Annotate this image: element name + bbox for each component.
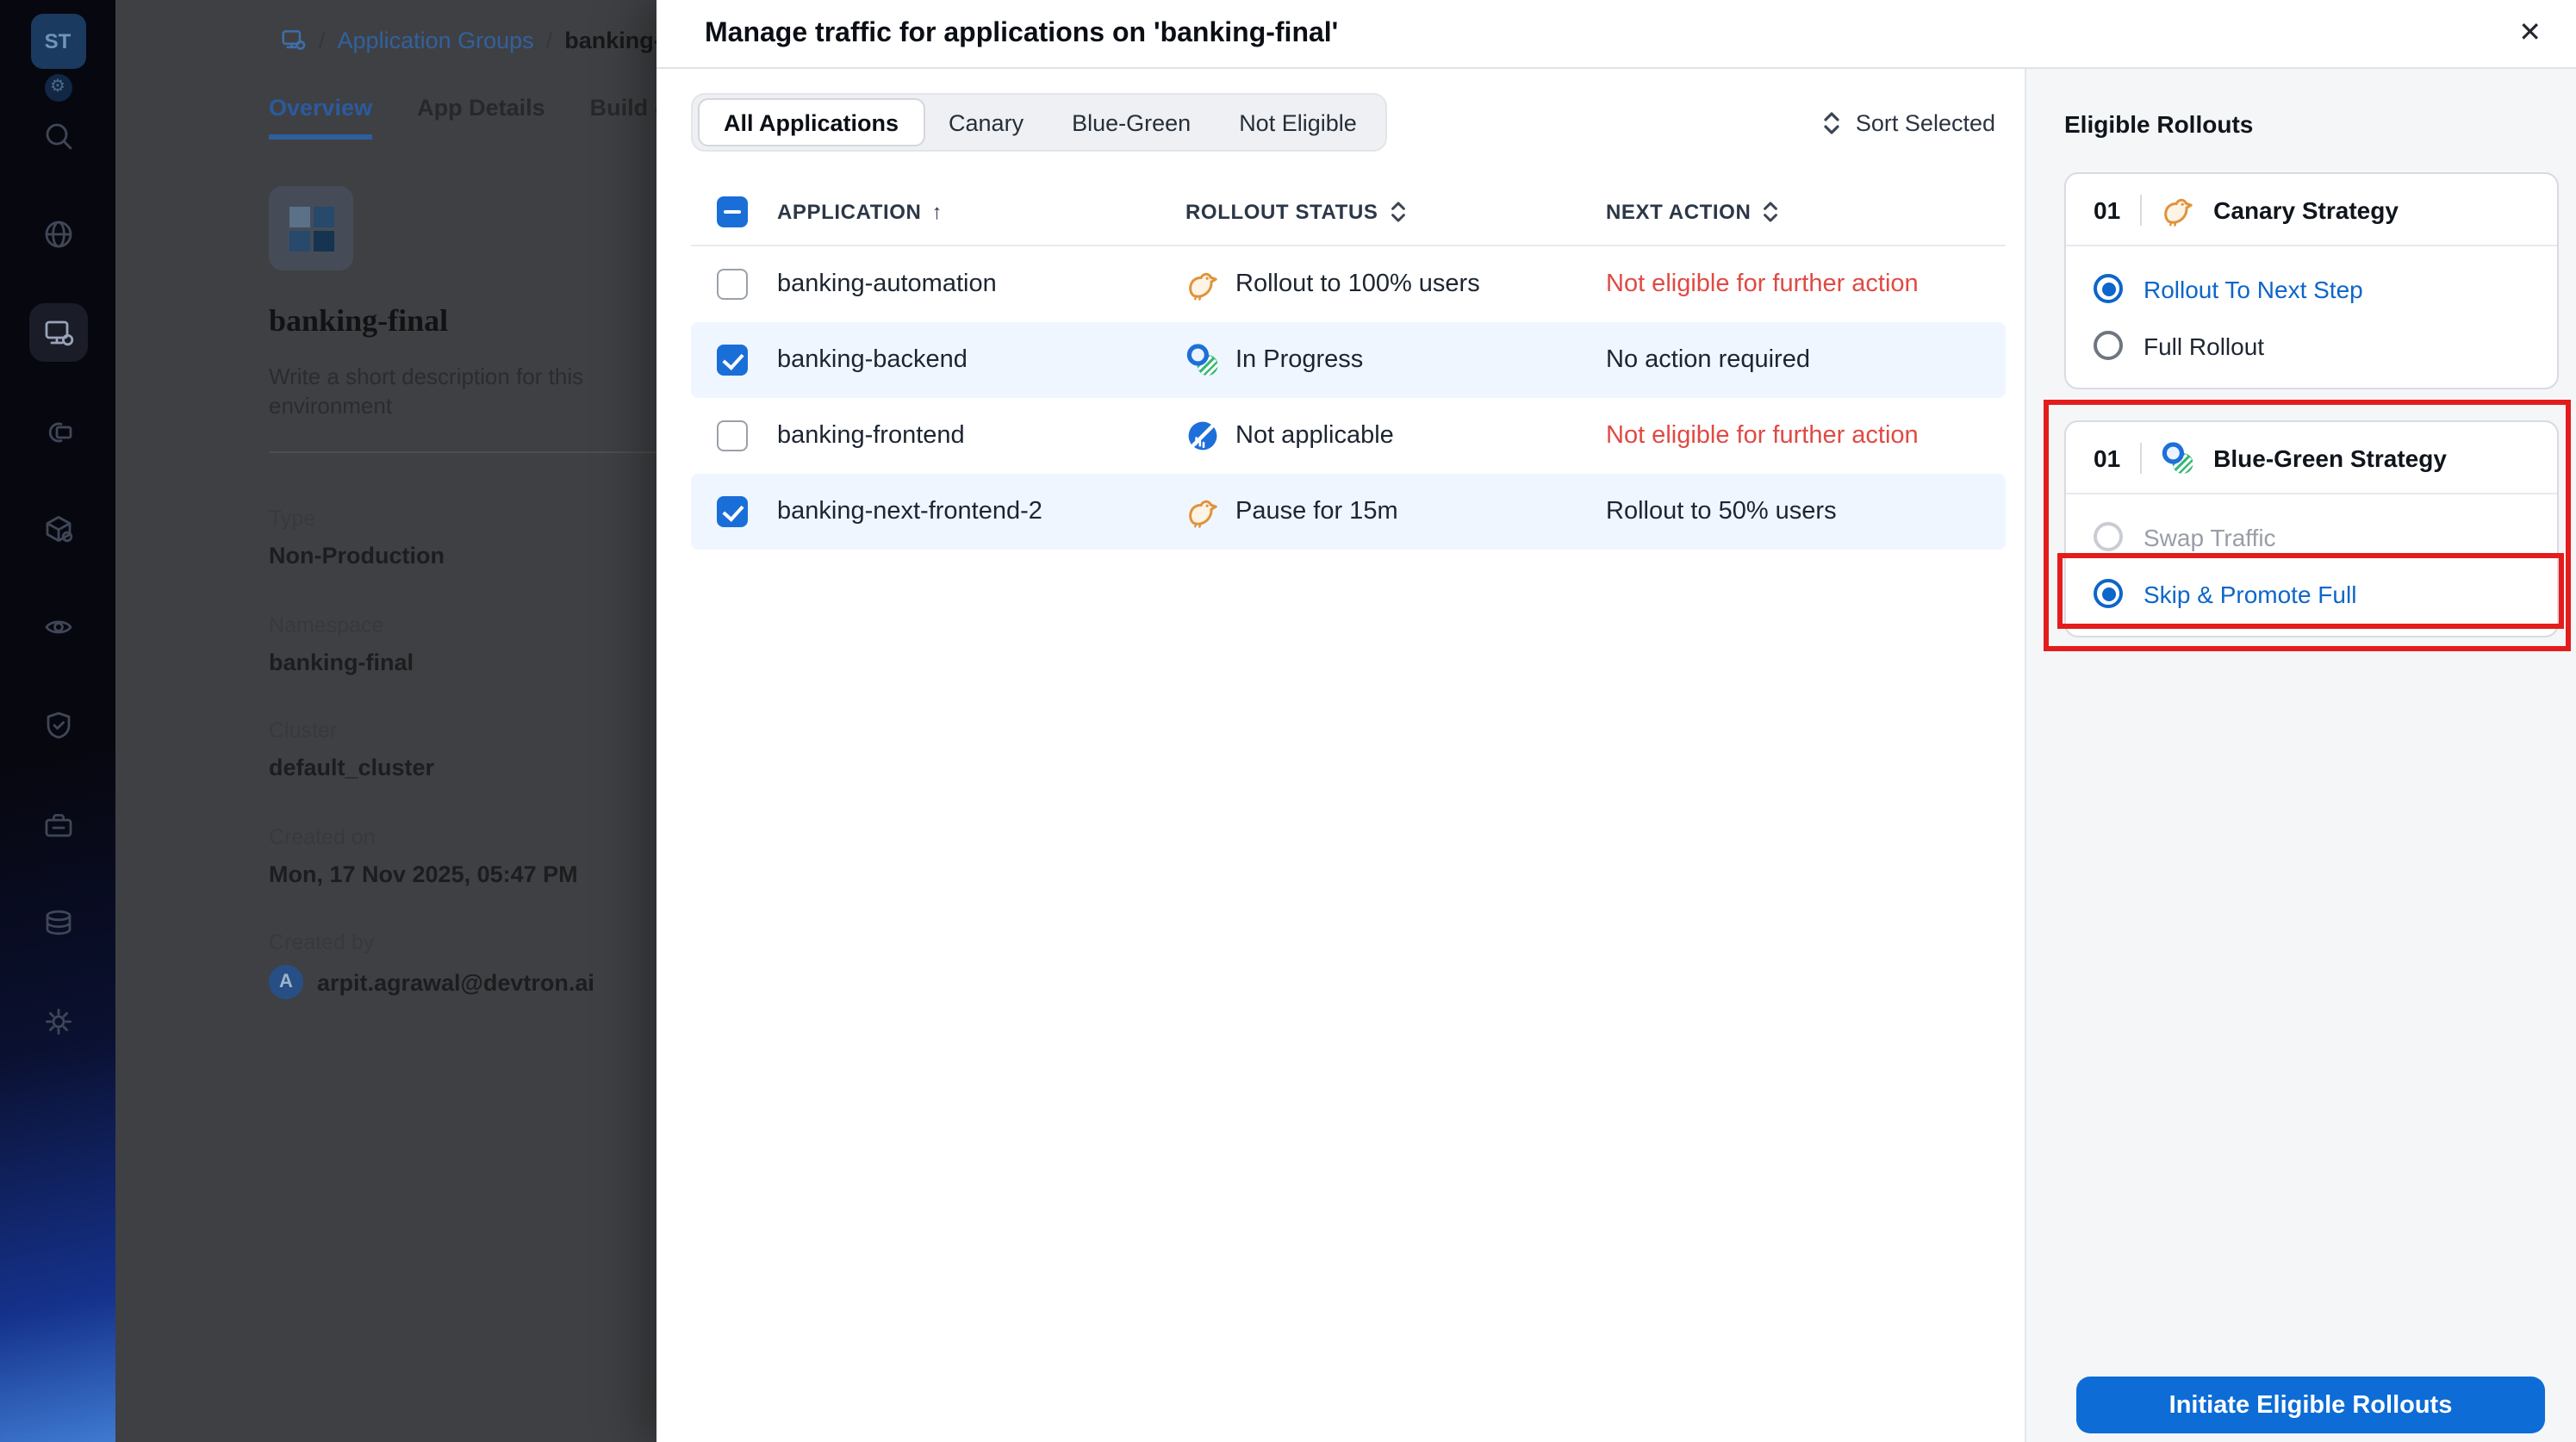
radio-selected[interactable] [2094, 579, 2123, 608]
option-rollout-to-next-step[interactable]: Rollout To Next Step [2094, 260, 2529, 317]
table-row[interactable]: banking-automation Rollout to 100% users… [691, 246, 2006, 322]
option-swap-traffic: Swap Traffic [2094, 508, 2529, 565]
filter-tab-group: All Applications Canary Blue-Green Not E… [691, 93, 1388, 152]
sort-both-icon [1391, 202, 1405, 222]
application-name: banking-backend [777, 346, 968, 374]
tab-all-applications[interactable]: All Applications [698, 98, 925, 146]
strategy-index: 01 [2094, 196, 2121, 223]
package-icon[interactable] [28, 500, 87, 558]
breadcrumb-link-application-groups[interactable]: Application Groups [338, 27, 534, 53]
blue-green-icon [2160, 440, 2194, 475]
canary-icon [1189, 500, 1217, 529]
strategy-name: Canary Strategy [2213, 196, 2399, 223]
divider [2139, 194, 2142, 225]
column-application[interactable]: APPLICATION ↑ [777, 200, 1185, 224]
row-checkbox[interactable] [717, 496, 748, 527]
next-action-cell: Not eligible for further action [1606, 270, 1919, 298]
manage-traffic-modal: Manage traffic for applications on 'bank… [656, 0, 2576, 1442]
breadcrumb-separator: / [319, 27, 326, 53]
not-applicable-icon [1185, 419, 1220, 453]
tab-canary[interactable]: Canary [924, 98, 1048, 146]
card-header: 01 Blue-Green Strategy [2066, 422, 2557, 494]
column-rollout-status[interactable]: ROLLOUT STATUS [1185, 200, 1606, 224]
application-name: banking-next-frontend-2 [777, 498, 1042, 525]
tab-app-details[interactable]: App Details [417, 95, 545, 140]
modal-title: Manage traffic for applications on 'bank… [705, 18, 1339, 47]
breadcrumb-current: banking-f [564, 27, 669, 53]
strategy-index: 01 [2094, 444, 2121, 471]
option-full-rollout[interactable]: Full Rollout [2094, 317, 2529, 374]
sort-both-icon [1764, 202, 1778, 222]
created-by-email: arpit.agrawal@devtron.ai [317, 969, 594, 995]
filter-tabs-row: All Applications Canary Blue-Green Not E… [691, 93, 2006, 152]
table-header-row: APPLICATION ↑ ROLLOUT STATUS NEXT ACTION [691, 179, 2006, 246]
strategy-name: Blue-Green Strategy [2213, 444, 2447, 471]
next-action-cell: No action required [1606, 346, 1810, 374]
sort-arrows-icon [1824, 111, 1839, 134]
sort-asc-arrow-icon: ↑ [931, 200, 943, 224]
environment-description: Write a short description for this envir… [269, 364, 584, 419]
application-groups-icon[interactable] [28, 303, 87, 362]
modal-body: All Applications Canary Blue-Green Not E… [656, 69, 2576, 1442]
blue-green-icon [1185, 343, 1220, 377]
tab-blue-green[interactable]: Blue-Green [1048, 98, 1215, 146]
globe-icon[interactable] [28, 205, 87, 264]
jobs-briefcase-icon[interactable] [28, 796, 87, 855]
environment-title: banking-final [269, 303, 449, 338]
resource-stack-icon[interactable] [28, 894, 87, 953]
search-icon[interactable] [28, 107, 87, 165]
tab-overview[interactable]: Overview [269, 95, 373, 140]
canary-icon [1189, 272, 1217, 301]
option-skip-promote-full[interactable]: Skip & Promote Full [2094, 565, 2529, 622]
chart-store-icon[interactable] [28, 403, 87, 462]
close-icon[interactable]: ✕ [2518, 19, 2542, 47]
application-name: banking-automation [777, 270, 997, 298]
radio-selected[interactable] [2094, 274, 2123, 303]
row-checkbox[interactable] [717, 345, 748, 376]
initiate-eligible-rollouts-button[interactable]: Initiate Eligible Rollouts [2076, 1377, 2545, 1433]
breadcrumb-separator: / [545, 27, 553, 53]
radio-disabled [2094, 522, 2123, 551]
modal-header: Manage traffic for applications on 'bank… [656, 0, 2576, 69]
radio-unselected[interactable] [2094, 331, 2123, 360]
row-checkbox[interactable] [717, 269, 748, 300]
breadcrumb: / Application Groups / banking-f [279, 26, 669, 53]
sort-selected-button[interactable]: Sort Selected [1821, 109, 1995, 135]
row-checkbox[interactable] [717, 420, 748, 451]
security-shield-icon[interactable] [28, 696, 87, 755]
strategy-options: Swap Traffic Skip & Promote Full [2066, 494, 2557, 636]
rollout-status-cell: Pause for 15m [1185, 494, 1606, 529]
next-action-cell: Rollout to 50% users [1606, 498, 1837, 525]
rollout-status-cell: Rollout to 100% users [1185, 267, 1606, 301]
rollout-status-cell: In Progress [1185, 343, 1606, 377]
table-row[interactable]: banking-backend In Progress No action re… [691, 322, 2006, 398]
product-logo[interactable]: ST [30, 14, 85, 69]
column-next-action[interactable]: NEXT ACTION [1606, 200, 2006, 224]
monitoring-eye-icon[interactable] [28, 598, 87, 656]
eligible-rollouts-panel: Eligible Rollouts 01 Canary Strategy Rol… [2025, 69, 2576, 1442]
application-name: banking-frontend [777, 422, 965, 450]
applications-pane: All Applications Canary Blue-Green Not E… [656, 69, 2025, 1442]
divider [2139, 442, 2142, 473]
table-row[interactable]: banking-next-frontend-2 Pause for 15m Ro… [691, 474, 2006, 550]
logo-gear-icon: ⚙ [44, 74, 72, 102]
settings-gear-icon[interactable] [28, 992, 87, 1051]
canary-strategy-card: 01 Canary Strategy Rollout To Next Step … [2064, 172, 2559, 389]
select-all-checkbox[interactable] [717, 196, 748, 227]
app-group-breadcrumb-icon [282, 30, 306, 50]
grid-logo [289, 206, 333, 251]
strategy-options: Rollout To Next Step Full Rollout [2066, 246, 2557, 388]
canary-icon [2163, 197, 2192, 227]
next-action-cell: Not eligible for further action [1606, 422, 1919, 450]
left-nav-sidebar: ST ⚙ [0, 0, 115, 1442]
card-header: 01 Canary Strategy [2066, 174, 2557, 246]
rollout-status-cell: Not applicable [1185, 419, 1606, 453]
table-row[interactable]: banking-frontend Not applicable Not elig… [691, 398, 2006, 474]
screenshot-stage: / Application Groups / banking-f Overvie… [0, 0, 2576, 1442]
environment-avatar [269, 186, 353, 270]
avatar: A [269, 965, 303, 999]
tab-not-eligible[interactable]: Not Eligible [1215, 98, 1381, 146]
blue-green-strategy-card: 01 Blue-Green Strategy Swap Traffic Skip… [2064, 420, 2559, 637]
panel-title: Eligible Rollouts [2064, 110, 2254, 138]
